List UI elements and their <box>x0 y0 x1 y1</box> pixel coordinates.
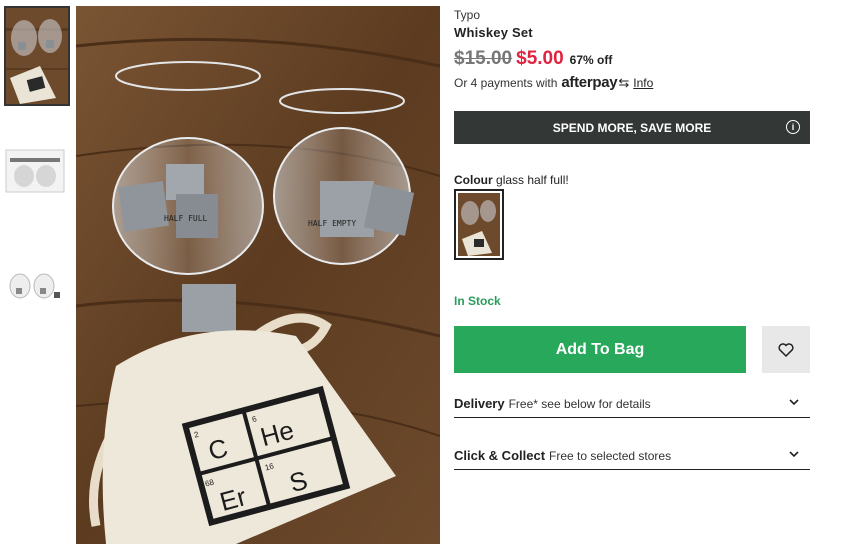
info-icon[interactable]: i <box>786 120 800 134</box>
thumbnail-glasses-stones[interactable] <box>4 6 70 106</box>
wishlist-button[interactable] <box>762 326 810 373</box>
glass-left-text: HALF FULL <box>164 214 208 223</box>
thumbnail-box-packaging[interactable] <box>4 148 70 194</box>
afterpay-text: Or 4 payments with <box>454 75 558 90</box>
chevron-down-icon <box>789 399 799 406</box>
thumbnail-glasses-white[interactable] <box>4 268 70 304</box>
sale-price: $5.00 <box>516 48 564 69</box>
afterpay-row: Or 4 payments with afterpay ⇆ Info <box>454 74 653 91</box>
afterpay-info-link[interactable]: Info <box>633 76 653 90</box>
product-photo: HALF FULL HALF EMPTY C He Er S 2 6 68 16 <box>76 6 440 544</box>
chevron-down-icon <box>789 451 799 458</box>
accordion-click-collect-title: Click & Collect <box>454 448 546 463</box>
spend-more-save-more-banner[interactable]: SPEND MORE, SAVE MORE i <box>454 111 810 144</box>
accordion-delivery[interactable]: Delivery Free* see below for details <box>454 390 810 418</box>
accordion-click-collect[interactable]: Click & Collect Free to selected stores <box>454 442 810 470</box>
heart-icon <box>778 342 794 357</box>
thumbnail-image <box>5 149 65 193</box>
glass-right-text: HALF EMPTY <box>308 219 356 228</box>
product-title: Whiskey Set <box>454 25 533 40</box>
stock-status: In Stock <box>454 294 501 308</box>
price-row: $15.00 $5.00 67% off <box>454 48 612 70</box>
add-to-bag-button[interactable]: Add To Bag <box>454 326 746 373</box>
accordion-delivery-title: Delivery <box>454 396 505 411</box>
main-product-image[interactable]: HALF FULL HALF EMPTY C He Er S 2 6 68 16 <box>76 6 440 544</box>
accordion-delivery-subtitle: Free* see below for details <box>508 396 651 411</box>
discount-label: 67% off <box>569 53 613 67</box>
promo-label: SPEND MORE, SAVE MORE <box>552 120 712 135</box>
colour-swatch[interactable] <box>454 189 504 260</box>
colour-value: glass half full! <box>496 173 569 187</box>
swatch-image <box>458 193 500 256</box>
afterpay-logo: afterpay <box>561 74 618 91</box>
thumbnail-image <box>9 273 60 299</box>
colour-label-title: Colour <box>454 173 493 187</box>
brand-name[interactable]: Typo <box>454 8 480 22</box>
colour-label: Colour glass half full! <box>454 173 569 187</box>
original-price: $15.00 <box>454 48 513 69</box>
thumbnail-image <box>6 8 68 104</box>
accordion-click-collect-subtitle: Free to selected stores <box>549 448 672 463</box>
afterpay-arrows-icon: ⇆ <box>618 74 630 90</box>
